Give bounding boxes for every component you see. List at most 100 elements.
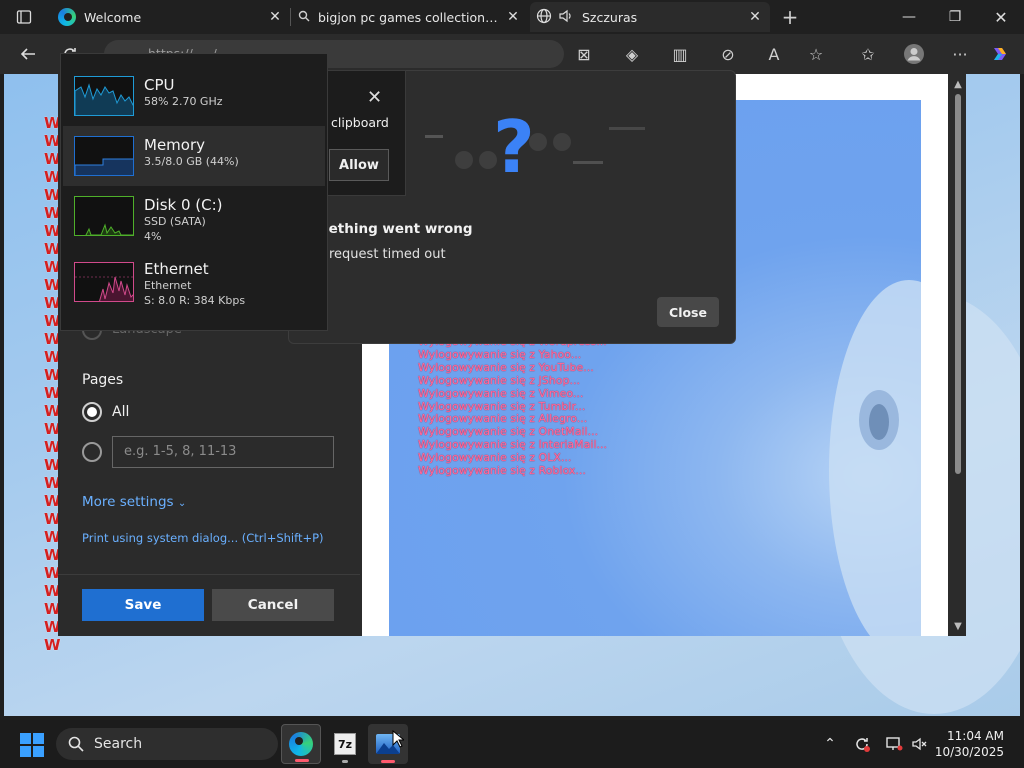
chevron-down-icon: ⌄ [177,498,187,509]
taskbar-search[interactable]: Search [56,728,278,760]
close-tab-icon[interactable]: ✕ [504,8,522,26]
task-manager-performance-panel: CPU 58% 2.70 GHz Memory 3.5/8.0 GB (44%)… [60,53,328,331]
immersive-icon[interactable]: ⊘ [716,42,740,66]
tab-welcome[interactable]: Welcome ✕ [50,2,290,32]
tab-strip: Welcome ✕ bigjon pc games collection - S… [0,0,1024,34]
running-indicator [295,759,309,762]
more-settings-link[interactable]: More settings ⌄ [82,494,186,510]
preview-line: Wylogowywanie się z Roblox... [418,464,586,478]
profile-avatar-icon[interactable] [902,42,926,66]
read-aloud-icon[interactable]: A [762,42,786,66]
preview-scrollbar[interactable]: ▲ ▼ [952,78,964,632]
error-message: request timed out [329,247,446,262]
pages-custom-radio[interactable] [82,442,102,462]
tab-divider [290,8,291,26]
allow-button[interactable]: Allow [329,149,389,181]
scroll-up-icon[interactable]: ▲ [952,78,964,90]
cpu-graph [74,76,134,116]
pages-label: Pages [82,372,124,388]
perf-item-ethernet[interactable]: Ethernet Ethernet S: 8.0 R: 384 Kbps [63,252,325,312]
decor-dot [455,151,473,169]
w-text: W [44,636,61,654]
taskbar-edge[interactable] [281,724,321,764]
restore-icon[interactable]: ❐ [932,0,978,34]
perf-detail: 3.5/8.0 GB (44%) [144,155,239,168]
clipboard-permission-popup: ✕ clipboard Allow [318,70,406,196]
disk-graph [74,196,134,236]
perf-item-memory[interactable]: Memory 3.5/8.0 GB (44%) [63,126,325,186]
ethernet-graph [74,262,134,302]
speaker-icon[interactable] [558,8,574,27]
save-button[interactable]: Save [82,589,204,621]
tab-szczuras[interactable]: Szczuras ✕ [530,2,770,32]
pages-all-radio[interactable] [82,402,102,422]
question-mark-icon: ? [493,105,535,189]
divider [58,574,360,575]
edge-icon [58,8,76,26]
start-button-icon[interactable] [20,733,44,757]
cancel-button[interactable]: Cancel [212,589,334,621]
close-button[interactable]: Close [657,297,719,327]
decor-dot [553,133,571,151]
error-title: nething went wrong [319,221,473,237]
decor [573,161,603,164]
preview-line: Wylogowywanie się z Yahoo... [418,347,582,361]
sync-icon[interactable] [852,734,872,754]
back-icon[interactable] [16,42,40,66]
scroll-thumb[interactable] [955,94,961,474]
perf-name: Ethernet [144,260,209,278]
search-icon [298,10,310,25]
minimize-icon[interactable]: — [886,0,932,34]
taskbar: Search 7z ⌃ 11:04 AM 10/30/2025 [0,720,1024,768]
decor [609,127,645,130]
edge-icon [289,732,313,756]
tab-search[interactable]: bigjon pc games collection - Sear ✕ [292,2,528,32]
tab-title: Welcome [84,9,142,25]
mouse-cursor-icon [392,730,404,748]
perf-detail: Ethernet [144,279,192,292]
new-tab-icon[interactable]: + [778,5,802,29]
running-indicator [381,760,395,763]
preview-line: Wylogowywanie się z JShop... [418,373,580,387]
close-tab-icon[interactable]: ✕ [266,8,284,26]
favorite-star-icon[interactable]: ☆ [804,42,828,66]
reader-icon[interactable]: ▥ [668,42,692,66]
running-indicator [342,760,348,763]
taskbar-7zip[interactable]: 7z [325,724,365,764]
perf-detail: S: 8.0 R: 384 Kbps [144,294,246,307]
favorites-icon[interactable]: ✩ [856,42,880,66]
tracking-icon[interactable]: ◈ [620,42,644,66]
clock-date: 10/30/2025 [934,745,1004,759]
chevron-up-icon[interactable]: ⌃ [820,734,840,754]
pages-range-input[interactable]: e.g. 1-5, 8, 11-13 [112,436,334,468]
clock-time: 11:04 AM [947,729,1004,743]
close-window-icon[interactable]: ✕ [978,0,1024,34]
perf-detail: 4% [144,230,162,243]
more-settings-label: More settings [82,494,174,510]
system-clock[interactable]: 11:04 AM 10/30/2025 [934,728,1004,760]
perf-item-disk[interactable]: Disk 0 (C:) SSD (SATA) 4% [63,186,325,246]
tab-actions-icon[interactable] [12,5,36,29]
pages-all-label: All [112,404,130,420]
no-video-icon[interactable]: ⊠ [572,42,596,66]
close-tab-icon[interactable]: ✕ [746,8,764,26]
volume-muted-icon[interactable] [910,734,930,754]
7zip-icon: 7z [334,733,356,755]
perf-item-cpu[interactable]: CPU 58% 2.70 GHz [63,66,325,126]
copilot-icon[interactable] [988,42,1012,66]
preview-line: Wylogowywanie się z Vimeo... [418,386,584,400]
system-dialog-link[interactable]: Print using system dialog... (Ctrl+Shift… [82,531,324,545]
close-icon[interactable]: ✕ [367,87,382,108]
perf-name: Memory [144,136,206,154]
preview-line: Wylogowywanie się z YouTube... [418,360,594,374]
perf-name: Disk 0 (C:) [144,196,223,214]
tab-title: bigjon pc games collection - Sear [318,9,498,25]
scroll-down-icon[interactable]: ▼ [952,620,964,632]
more-icon[interactable]: ··· [948,42,972,66]
memory-graph [74,136,134,176]
perf-detail: 58% 2.70 GHz [144,95,223,108]
globe-icon [536,8,552,27]
search-icon [68,736,84,756]
display-icon[interactable] [884,734,904,754]
tab-title: Szczuras [582,9,638,25]
